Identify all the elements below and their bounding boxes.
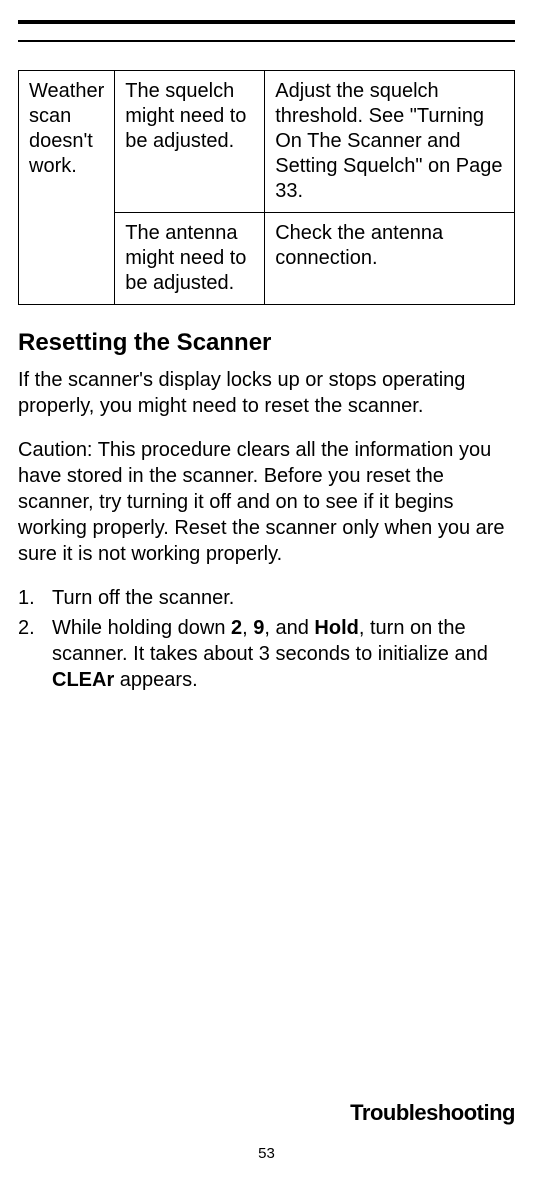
table-row: Weather scan doesn't work. The squelch m… (19, 71, 515, 213)
problem-cell: Weather scan doesn't work. (19, 71, 115, 305)
footer-section-title: Troubleshooting (350, 1100, 515, 1126)
rule-thick (18, 20, 515, 24)
cause-cell: The antenna might need to be adjusted. (115, 213, 265, 305)
rule-thin (18, 40, 515, 42)
steps-list: Turn off the scanner. While holding down… (18, 585, 515, 693)
list-item: While holding down 2, 9, and Hold, turn … (18, 615, 515, 693)
solution-cell: Adjust the squelch threshold. See "Turni… (265, 71, 515, 213)
top-rules (18, 20, 515, 42)
cause-cell: The squelch might need to be adjusted. (115, 71, 265, 213)
solution-cell: Check the antenna connection. (265, 213, 515, 305)
troubleshooting-table: Weather scan doesn't work. The squelch m… (18, 70, 515, 305)
step-text: While holding down 2, 9, and Hold, turn … (52, 615, 515, 693)
paragraph-caution: Caution: This procedure clears all the i… (18, 437, 515, 567)
section-heading: Resetting the Scanner (18, 329, 515, 357)
list-item: Turn off the scanner. (18, 585, 515, 611)
step-text: Turn off the scanner. (52, 585, 515, 611)
paragraph-intro: If the scanner's display locks up or sto… (18, 367, 515, 419)
page-number: 53 (0, 1145, 533, 1162)
